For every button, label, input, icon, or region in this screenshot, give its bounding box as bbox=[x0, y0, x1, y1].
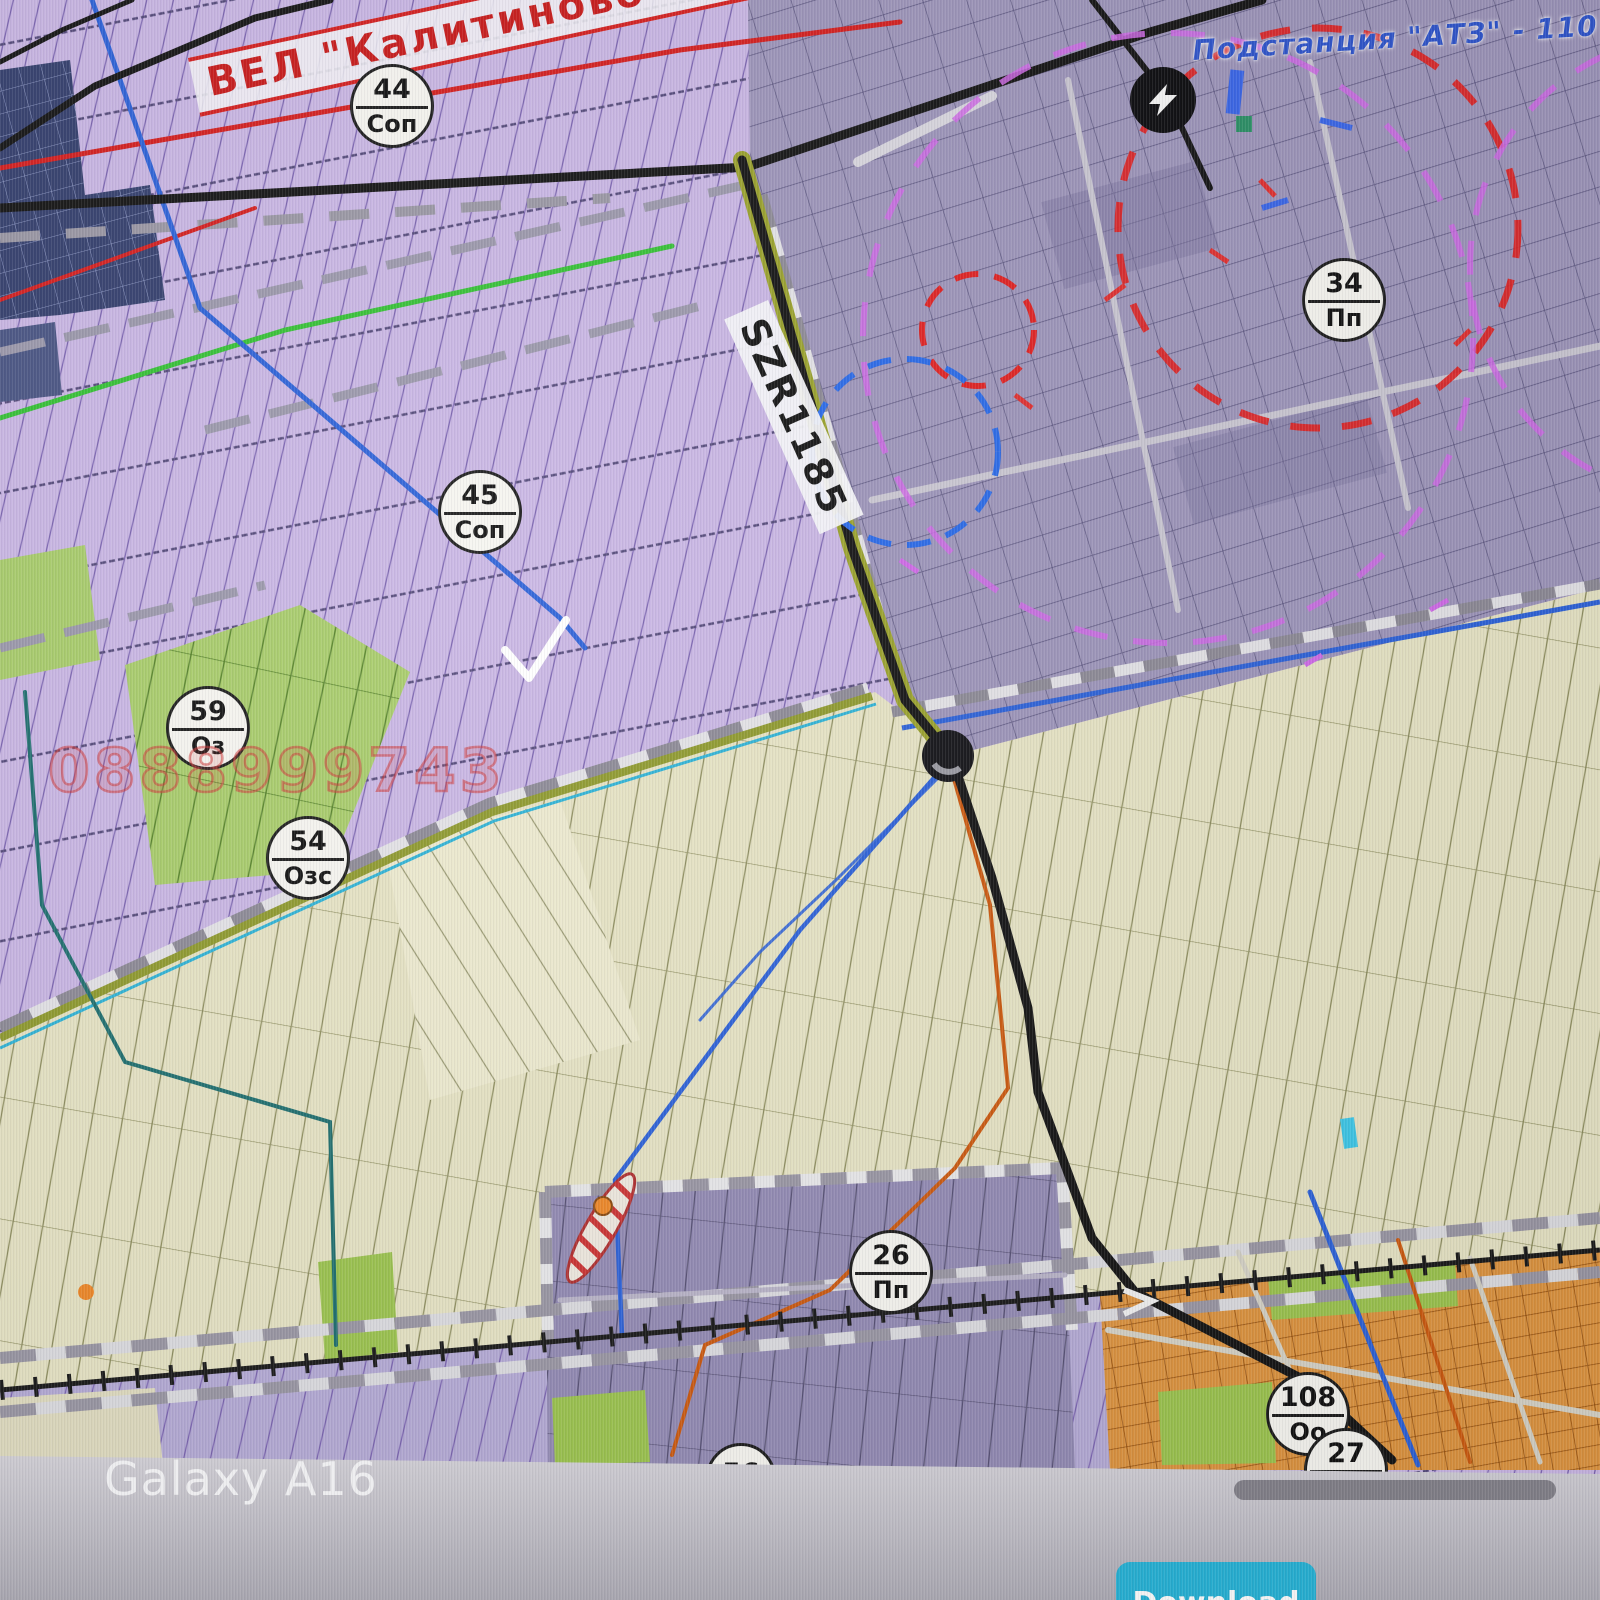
orange-dot bbox=[78, 1284, 94, 1300]
download-button[interactable]: Download bbox=[1116, 1562, 1316, 1600]
phone-number-watermark: 0888999743 bbox=[48, 736, 505, 806]
junction-dot-icon bbox=[922, 730, 974, 782]
zone-badge-34: 34 Пп bbox=[1302, 258, 1386, 342]
horizontal-scrollbar-thumb[interactable] bbox=[1234, 1480, 1556, 1500]
zone-badge-44: 44 Соп bbox=[350, 64, 434, 148]
messenger-lightning-icon[interactable] bbox=[1130, 67, 1196, 133]
zone-badge-54: 54 Озс bbox=[266, 816, 350, 900]
teal-marker bbox=[1236, 116, 1252, 132]
device-watermark: Galaxy A16 bbox=[104, 1452, 378, 1506]
zone-badge-45: 45 Соп bbox=[438, 470, 522, 554]
orange-dot bbox=[594, 1197, 612, 1215]
zone-badge-26: 26 Пп bbox=[849, 1230, 933, 1314]
screen-photo: ВЕЛ "Калитиново" SZR1185 Подстанция "АТЗ… bbox=[0, 0, 1600, 1600]
